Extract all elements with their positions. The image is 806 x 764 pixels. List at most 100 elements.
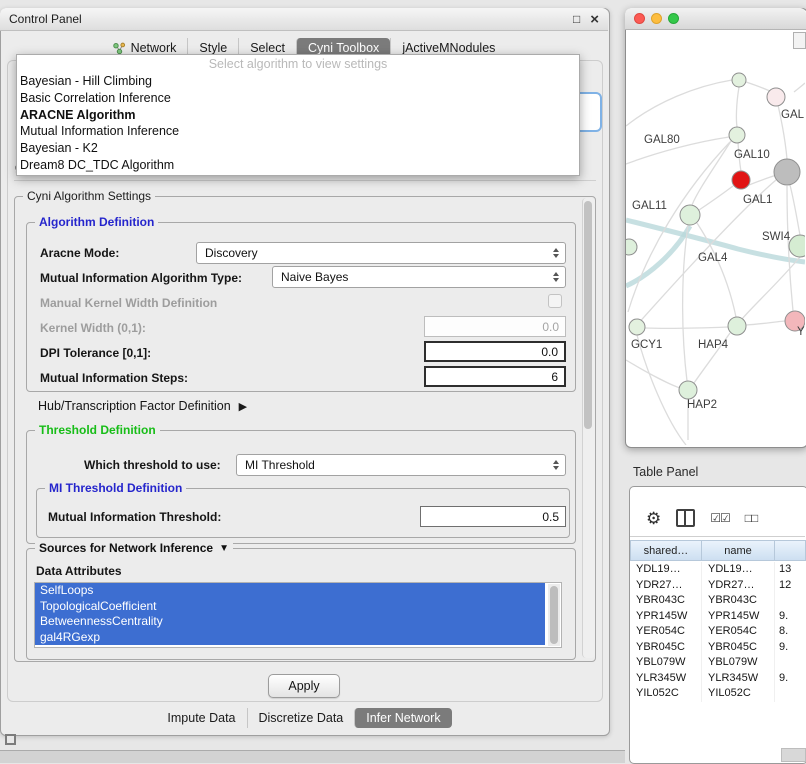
- network-window-titlebar[interactable]: [625, 8, 806, 30]
- table-row[interactable]: YLR345WYLR345W9.: [630, 671, 806, 687]
- cell: [775, 593, 806, 609]
- node-label: GCY1: [631, 339, 662, 351]
- mi-algorithm-type-select[interactable]: Naive Bayes: [272, 266, 566, 288]
- dropdown-item[interactable]: Mutual Information Inference: [17, 123, 579, 140]
- stepper-arrows-icon: [553, 272, 559, 282]
- sources-expander[interactable]: Sources for Network Inference ▼: [35, 541, 233, 555]
- attributes-scrollbar[interactable]: [548, 584, 560, 646]
- table-row[interactable]: YBR045CYBR045C9.: [630, 640, 806, 656]
- table-row[interactable]: YER054CYER054C8.: [630, 624, 806, 640]
- settings-group-title: Cyni Algorithm Settings: [23, 189, 155, 203]
- network-node[interactable]: [767, 88, 785, 106]
- network-node-hap4[interactable]: [728, 317, 746, 335]
- network-node[interactable]: [626, 239, 637, 255]
- aracne-mode-select[interactable]: Discovery: [196, 242, 566, 264]
- attribute-item-selected[interactable]: BetweennessCentrality: [35, 614, 545, 630]
- cell: 9.: [775, 671, 806, 687]
- dropdown-item[interactable]: Basic Correlation Inference: [17, 90, 579, 107]
- network-node-gal1[interactable]: [680, 205, 700, 225]
- mi-steps-label: Mutual Information Steps:: [40, 371, 188, 385]
- tab-label: Select: [250, 41, 285, 55]
- minimized-panel-icon[interactable]: [5, 734, 16, 745]
- dropdown-item-selected[interactable]: ARACNE Algorithm: [17, 107, 579, 124]
- column-header-partial[interactable]: [775, 540, 806, 561]
- attribute-item-selected[interactable]: gal4RGexp: [35, 630, 545, 646]
- table-row[interactable]: YBR043CYBR043C: [630, 593, 806, 609]
- mi-threshold-label: Mutual Information Threshold:: [48, 510, 221, 524]
- mi-steps-field[interactable]: 6: [424, 366, 566, 387]
- tab-infer-network[interactable]: Infer Network: [354, 708, 451, 728]
- network-node[interactable]: [774, 159, 800, 185]
- cell: YBR045C: [630, 640, 702, 656]
- apply-button[interactable]: Apply: [268, 674, 340, 698]
- tab-label: Network: [131, 41, 177, 55]
- control-panel-titlebar[interactable]: Control Panel □ ×: [0, 8, 608, 31]
- mi-threshold-definition-title: MI Threshold Definition: [45, 481, 186, 495]
- data-attributes-list[interactable]: SelfLoops TopologicalCoefficient Between…: [34, 582, 562, 648]
- tab-label: Style: [199, 41, 227, 55]
- zoom-traffic-light[interactable]: [668, 13, 679, 24]
- dropdown-item[interactable]: Bayesian - Hill Climbing: [17, 73, 579, 90]
- expand-right-icon: ▶: [239, 400, 247, 413]
- node-label: SWI4: [762, 231, 791, 243]
- hub-definition-expander[interactable]: Hub/Transcription Factor Definition ▶: [38, 399, 247, 413]
- table-row[interactable]: YPR145WYPR145W9.: [630, 609, 806, 625]
- cell: [775, 686, 806, 702]
- dpi-tolerance-field[interactable]: 0.0: [424, 341, 566, 362]
- cell: YDL19…: [630, 562, 702, 578]
- tab-impute-data[interactable]: Impute Data: [156, 708, 246, 728]
- dropdown-prompt: Select algorithm to view settings: [17, 55, 579, 73]
- cell: 9.: [775, 640, 806, 656]
- column-header-name[interactable]: name: [702, 540, 775, 561]
- cell: YBR045C: [702, 640, 775, 656]
- cell: YIL052C: [702, 686, 775, 702]
- dropdown-item[interactable]: Bayesian - K2: [17, 140, 579, 157]
- attributes-scrollbar-thumb[interactable]: [550, 586, 558, 644]
- data-attributes-label: Data Attributes: [36, 564, 122, 578]
- close-window-button[interactable]: ×: [590, 12, 599, 27]
- network-node[interactable]: [789, 235, 805, 257]
- table-row[interactable]: YDR27…YDR27…12: [630, 578, 806, 594]
- which-threshold-select[interactable]: MI Threshold: [236, 454, 566, 476]
- dropdown-item[interactable]: Dream8 DC_TDC Algorithm: [17, 157, 579, 174]
- node-label: GAL11: [632, 200, 667, 212]
- network-icon: [113, 42, 126, 55]
- table-row[interactable]: YIL052CYIL052C: [630, 686, 806, 702]
- table-row[interactable]: YDL19…YDL19…13: [630, 562, 806, 578]
- close-traffic-light[interactable]: [634, 13, 645, 24]
- deselect-all-icon[interactable]: □□: [745, 511, 758, 525]
- manual-kernel-width-label: Manual Kernel Width Definition: [40, 296, 217, 310]
- control-panel-title: Control Panel: [9, 12, 82, 26]
- attribute-item-selected[interactable]: TopologicalCoefficient: [35, 599, 545, 615]
- obscured-group-border: [14, 180, 596, 181]
- float-window-button[interactable]: □: [573, 12, 580, 26]
- column-selector-icon[interactable]: [676, 509, 695, 527]
- gear-icon[interactable]: ⚙: [646, 510, 661, 527]
- network-canvas[interactable]: GAL80 GAL10 GAL11 GAL1 SWI4 GAL4 GCY1 HA…: [626, 30, 805, 445]
- table-panel-toolbar: ⚙ ☑☑ □□: [646, 503, 796, 533]
- column-header-shared-name[interactable]: shared…: [630, 540, 702, 561]
- settings-scrollbar-thumb[interactable]: [584, 201, 592, 429]
- table-row[interactable]: YBL079WYBL079W: [630, 655, 806, 671]
- network-node-gcy1[interactable]: [629, 319, 645, 335]
- network-node[interactable]: [732, 73, 746, 87]
- cell: YBL079W: [702, 655, 775, 671]
- table-header: shared… name: [630, 540, 806, 561]
- mi-algorithm-type-value: Naive Bayes: [281, 270, 348, 284]
- dpi-tolerance-label: DPI Tolerance [0,1]:: [40, 346, 151, 360]
- algorithm-definition-title: Algorithm Definition: [35, 215, 158, 229]
- network-node[interactable]: [729, 127, 745, 143]
- network-node-gal10[interactable]: [732, 171, 750, 189]
- mi-threshold-field[interactable]: 0.5: [420, 506, 566, 527]
- tab-discretize-data[interactable]: Discretize Data: [247, 708, 355, 728]
- kernel-width-label: Kernel Width (0,1):: [40, 321, 146, 335]
- network-scrollbar-button[interactable]: [793, 32, 806, 49]
- tab-label: Discretize Data: [259, 711, 344, 725]
- select-all-icon[interactable]: ☑☑: [710, 511, 730, 525]
- attribute-item-selected[interactable]: SelfLoops: [35, 583, 545, 599]
- network-node-hap2[interactable]: [679, 381, 697, 399]
- cell: YDR27…: [630, 578, 702, 594]
- table-scroll-corner[interactable]: [781, 748, 806, 762]
- node-label: GAL4: [698, 252, 728, 264]
- minimize-traffic-light[interactable]: [651, 13, 662, 24]
